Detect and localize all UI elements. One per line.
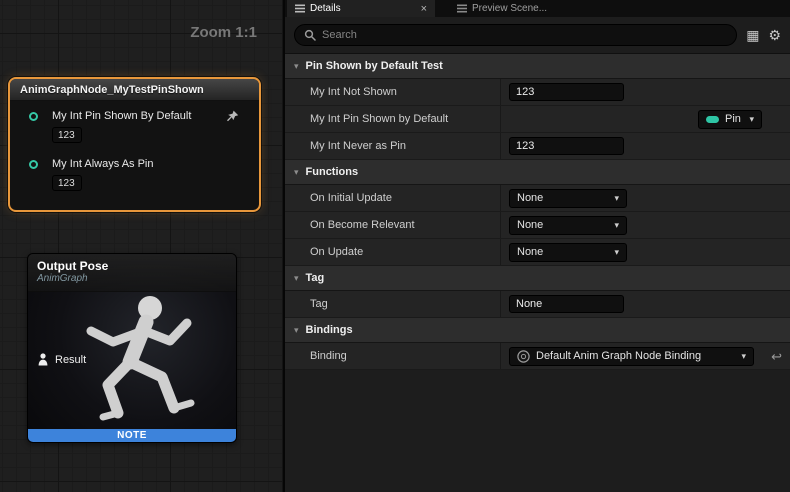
binding-dropdown[interactable]: Default Anim Graph Node Binding ▾ xyxy=(509,347,754,366)
property-row-tag: Tag xyxy=(285,291,790,318)
property-row-my-int-pin-shown-by-default: My Int Pin Shown by Default Pin ▾ xyxy=(285,106,790,133)
chevron-down-icon[interactable]: ▾ xyxy=(294,325,299,336)
property-value-cell xyxy=(500,291,790,317)
revert-binding-icon[interactable]: ↩ xyxy=(771,350,782,363)
test-node-body: My Int Pin Shown By Default 123 My Int A… xyxy=(10,101,259,210)
output-node-header[interactable]: Output Pose AnimGraph xyxy=(28,254,236,292)
section-header-bindings[interactable]: ▾ Bindings xyxy=(285,318,790,343)
property-label: My Int Never as Pin xyxy=(285,133,500,159)
pin-thumbtack-icon[interactable] xyxy=(226,110,239,123)
int-value-input[interactable] xyxy=(509,137,624,155)
preview-scene-tab-icon xyxy=(457,4,467,13)
search-icon xyxy=(304,29,316,41)
int-pin-icon[interactable] xyxy=(29,112,38,121)
property-row-binding: Binding Default Anim Graph Node Binding … xyxy=(285,343,790,370)
panel-tab-bar: Details × Preview Scene... xyxy=(285,0,790,17)
graph-editor-canvas[interactable]: Zoom 1:1 AnimGraphNode_MyTestPinShown My… xyxy=(0,0,285,492)
anim-graph-test-node[interactable]: AnimGraphNode_MyTestPinShown My Int Pin … xyxy=(8,77,261,212)
tab-preview-scene[interactable]: Preview Scene... xyxy=(449,0,555,17)
details-panel: Details × Preview Scene... ▦ xyxy=(285,0,790,492)
property-value-cell: None ▾ xyxy=(500,185,790,211)
graph-pin-row: My Int Always As Pin 123 xyxy=(20,158,249,191)
property-value-cell: None ▾ xyxy=(500,239,790,265)
search-box[interactable] xyxy=(294,24,737,46)
result-pin-label: Result xyxy=(55,354,86,366)
function-dropdown[interactable]: None ▾ xyxy=(509,189,627,208)
section-title: Tag xyxy=(306,272,325,284)
chevron-down-icon: ▾ xyxy=(741,351,746,362)
section-header-functions[interactable]: ▾ Functions xyxy=(285,160,790,185)
test-node-title[interactable]: AnimGraphNode_MyTestPinShown xyxy=(10,79,259,101)
display-options-icon[interactable]: ▦ xyxy=(746,28,759,42)
function-dropdown[interactable]: None ▾ xyxy=(509,216,627,235)
binding-class-icon xyxy=(517,350,530,363)
output-node-title: Output Pose xyxy=(37,259,227,273)
details-tab-icon xyxy=(295,4,305,13)
details-toolbar: ▦ ⚙ xyxy=(285,17,790,54)
int-pin-icon[interactable] xyxy=(29,160,38,169)
tab-details-label: Details xyxy=(310,3,341,14)
details-empty-area xyxy=(285,370,790,492)
pin-connector-icon xyxy=(706,116,719,123)
settings-gear-icon[interactable]: ⚙ xyxy=(768,28,781,42)
property-label: My Int Not Shown xyxy=(285,79,500,105)
pin-value-box[interactable]: 123 xyxy=(52,127,82,143)
property-label: On Initial Update xyxy=(285,185,500,211)
property-value-cell: Default Anim Graph Node Binding ▾ ↩ xyxy=(500,343,790,369)
pin-mode-dropdown[interactable]: Pin ▾ xyxy=(698,110,762,129)
note-bar[interactable]: NOTE xyxy=(28,429,236,442)
tab-preview-scene-label: Preview Scene... xyxy=(472,3,547,14)
section-header-tag[interactable]: ▾ Tag xyxy=(285,266,790,291)
output-pose-node[interactable]: Output Pose AnimGraph Result NOTE xyxy=(27,253,237,443)
chevron-down-icon: ▾ xyxy=(749,114,754,125)
section-title: Functions xyxy=(306,166,359,178)
chevron-down-icon[interactable]: ▾ xyxy=(294,167,299,178)
chevron-down-icon: ▾ xyxy=(614,220,619,231)
binding-value: Default Anim Graph Node Binding xyxy=(536,350,701,362)
property-row-on-become-relevant: On Become Relevant None ▾ xyxy=(285,212,790,239)
dropdown-value: None xyxy=(517,219,543,231)
property-label: My Int Pin Shown by Default xyxy=(285,106,500,132)
search-input[interactable] xyxy=(322,29,727,41)
chevron-down-icon: ▾ xyxy=(614,247,619,258)
graph-pin-row: My Int Pin Shown By Default 123 xyxy=(20,110,249,143)
section-title: Bindings xyxy=(306,324,353,336)
property-label: On Update xyxy=(285,239,500,265)
zoom-indicator: Zoom 1:1 xyxy=(190,24,257,41)
anim-blueprint-editor: Zoom 1:1 AnimGraphNode_MyTestPinShown My… xyxy=(0,0,790,492)
int-value-input[interactable] xyxy=(509,83,624,101)
dropdown-value: None xyxy=(517,192,543,204)
output-node-subtitle: AnimGraph xyxy=(37,273,227,285)
chevron-down-icon: ▾ xyxy=(614,193,619,204)
pin-label: My Int Always As Pin xyxy=(52,158,249,171)
property-label: On Become Relevant xyxy=(285,212,500,238)
pin-value-box[interactable]: 123 xyxy=(52,175,82,191)
property-value-cell xyxy=(500,133,790,159)
chevron-down-icon[interactable]: ▾ xyxy=(294,61,299,72)
property-row-my-int-not-shown: My Int Not Shown xyxy=(285,79,790,106)
property-value-cell xyxy=(500,79,790,105)
property-row-on-update: On Update None ▾ xyxy=(285,239,790,266)
tab-details[interactable]: Details × xyxy=(287,0,435,17)
section-header-pin-shown[interactable]: ▾ Pin Shown by Default Test xyxy=(285,54,790,79)
function-dropdown[interactable]: None ▾ xyxy=(509,243,627,262)
property-label: Tag xyxy=(285,291,500,317)
property-row-on-initial-update: On Initial Update None ▾ xyxy=(285,185,790,212)
tag-input[interactable] xyxy=(509,295,624,313)
property-value-cell: Pin ▾ xyxy=(500,106,790,132)
tab-close-icon[interactable]: × xyxy=(421,4,427,14)
pin-mode-value: Pin xyxy=(725,113,741,125)
property-label: Binding xyxy=(285,343,500,369)
pose-person-icon xyxy=(37,353,49,366)
section-title: Pin Shown by Default Test xyxy=(306,60,443,72)
dropdown-value: None xyxy=(517,246,543,258)
property-row-my-int-never-as-pin: My Int Never as Pin xyxy=(285,133,790,160)
result-pin[interactable]: Result xyxy=(37,353,86,366)
pin-label: My Int Pin Shown By Default xyxy=(52,110,249,123)
chevron-down-icon[interactable]: ▾ xyxy=(294,273,299,284)
property-value-cell: None ▾ xyxy=(500,212,790,238)
